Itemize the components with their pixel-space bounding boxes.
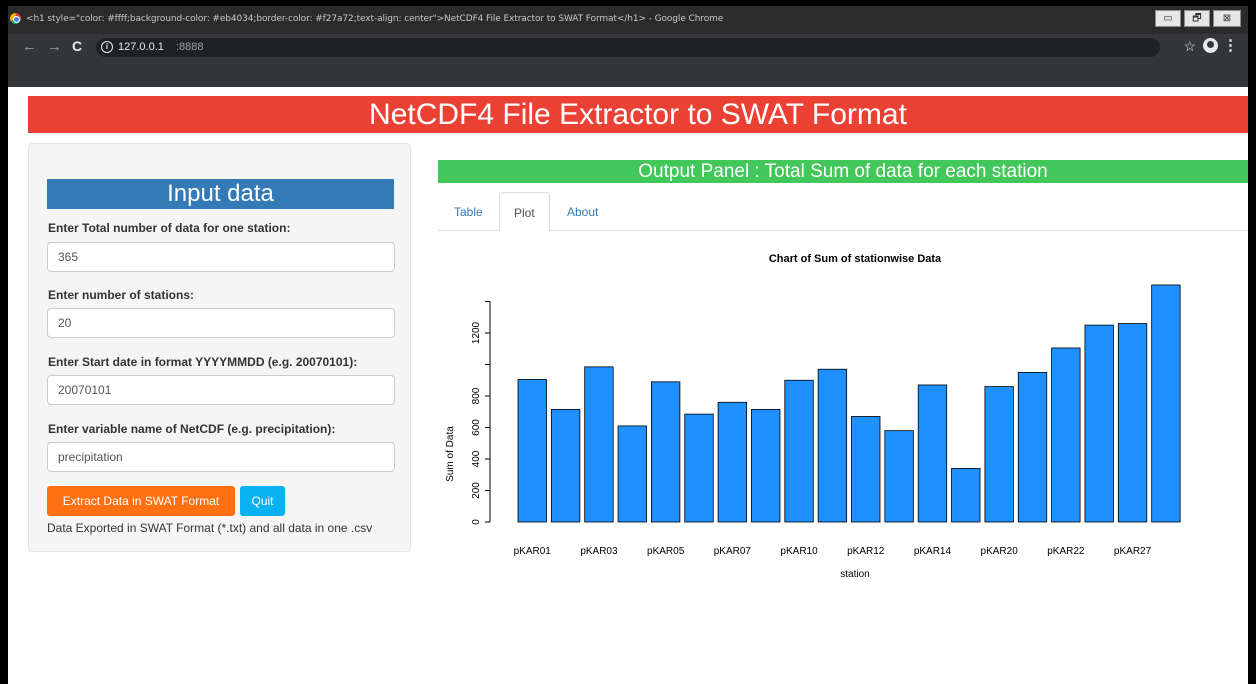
bar [1051, 347, 1081, 523]
input-panel-heading: Input data [47, 179, 394, 209]
output-tabs: Table Plot About [438, 192, 1248, 232]
y-tick-label: 0 [471, 519, 482, 525]
chart-y-axis-label: Sum of Data [445, 426, 456, 482]
bar [650, 381, 681, 523]
back-arrow-icon[interactable]: ← [22, 38, 37, 55]
tab-table[interactable]: Table [440, 192, 497, 231]
y-tick-label: 600 [471, 419, 482, 436]
export-status-message: Data Exported in SWAT Format (*.txt) and… [47, 521, 373, 535]
tab-plot[interactable]: Plot [499, 192, 550, 232]
bar [1017, 371, 1048, 523]
chrome-logo-icon [10, 13, 21, 24]
x-tick-label: pKAR12 [847, 546, 885, 557]
y-tick-label: 800 [471, 387, 482, 404]
window-title: <h1 style="color: #ffff;background-color… [26, 14, 724, 24]
tab-about[interactable]: About [553, 192, 612, 231]
close-button[interactable]: ⊠ [1213, 10, 1241, 27]
y-tick-label: 200 [471, 482, 482, 499]
bar [884, 430, 914, 523]
bar [984, 386, 1014, 523]
browser-window: <h1 style="color: #ffff;background-color… [0, 0, 1256, 684]
x-tick-label: pKAR27 [1114, 546, 1152, 557]
bar [917, 384, 948, 523]
chart-title: Chart of Sum of stationwise Data [769, 253, 942, 265]
profile-avatar-icon[interactable] [1203, 38, 1218, 53]
variable-name-input[interactable]: precipitation [47, 442, 395, 472]
chart-bars [517, 284, 1181, 523]
variable-name-label: Enter variable name of NetCDF (e.g. prec… [48, 422, 336, 436]
bar [951, 468, 981, 523]
bar [684, 413, 714, 523]
stations-input[interactable]: 20 [47, 308, 395, 338]
address-bar[interactable]: i 127.0.0.1 :8888 [96, 38, 1160, 57]
stations-label: Enter number of stations: [48, 288, 195, 302]
bar [617, 425, 647, 523]
x-tick-label: pKAR05 [647, 546, 685, 557]
x-tick-label: pKAR10 [780, 546, 818, 557]
maximize-button[interactable]: 🗗 [1184, 10, 1210, 27]
start-date-label: Enter Start date in format YYYYMMDD (e.g… [48, 355, 358, 369]
extract-data-button[interactable]: Extract Data in SWAT Format [47, 486, 235, 516]
bar [717, 401, 748, 523]
x-tick-label: pKAR03 [580, 546, 618, 557]
info-icon[interactable]: i [101, 41, 113, 53]
bar [817, 368, 848, 523]
x-tick-label: pKAR14 [914, 546, 952, 557]
input-panel: Input data Enter Total number of data fo… [28, 143, 411, 552]
window-titlebar: <h1 style="color: #ffff;background-color… [8, 6, 1248, 34]
url-host: 127.0.0.1 [118, 41, 164, 53]
x-tick-label: pKAR20 [981, 546, 1019, 557]
url-port: :8888 [176, 41, 204, 53]
app-title: NetCDF4 File Extractor to SWAT Format [28, 96, 1248, 133]
x-tick-label: pKAR01 [514, 546, 552, 557]
quit-button[interactable]: Quit [240, 486, 285, 516]
output-panel-heading: Output Panel : Total Sum of data for eac… [438, 160, 1248, 183]
station-sum-chart: Chart of Sum of stationwise Data Sum of … [445, 253, 1181, 580]
page-content: NetCDF4 File Extractor to SWAT Format In… [8, 87, 1248, 684]
y-tick-label: 1200 [471, 321, 482, 344]
bar [517, 379, 547, 523]
bar [584, 366, 614, 523]
total-data-label: Enter Total number of data for one stati… [48, 221, 291, 235]
y-tick-label: 400 [471, 450, 482, 467]
bar [1151, 284, 1181, 523]
start-date-input[interactable]: 20070101 [47, 375, 395, 405]
x-tick-label: pKAR22 [1047, 546, 1085, 557]
x-tick-label: pKAR07 [714, 546, 752, 557]
total-data-input[interactable]: 365 [47, 242, 395, 272]
reload-icon[interactable]: C [72, 38, 82, 54]
chart-x-axis-label: station [840, 569, 869, 580]
bar [1117, 323, 1148, 523]
bookmark-star-icon[interactable]: ☆ [1183, 38, 1196, 55]
minimize-button[interactable]: ▭ [1155, 10, 1181, 27]
bar [751, 408, 781, 523]
browser-toolbar: ← → C i 127.0.0.1 :8888 ☆ ⋮ [8, 34, 1248, 87]
bar [550, 408, 581, 523]
chart-x-tick-labels: pKAR01 pKAR03 pKAR05 pKAR07 pKAR10 pKAR12 pKAR… [514, 546, 1152, 557]
bar [851, 416, 881, 523]
forward-arrow-icon[interactable]: → [47, 38, 62, 55]
kebab-menu-icon[interactable]: ⋮ [1223, 36, 1238, 54]
bar [784, 379, 814, 523]
chart-y-axis: 0 200 400 600 800 1200 [471, 301, 491, 525]
bar [1084, 324, 1114, 523]
